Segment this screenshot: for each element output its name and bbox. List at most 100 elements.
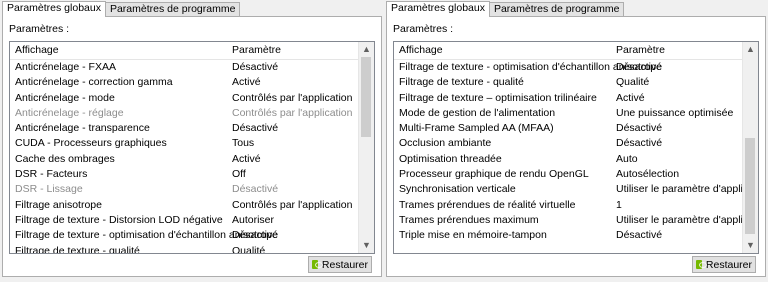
- list-item[interactable]: Filtrage de texture - optimisation d'éch…: [10, 228, 359, 243]
- list-item[interactable]: Cache des ombrages Activé: [10, 152, 359, 167]
- scrollbar-thumb[interactable]: [745, 138, 755, 234]
- setting-value: Désactivé: [232, 61, 279, 73]
- setting-value: Off: [232, 168, 246, 181]
- restore-button-label: Restaurer: [321, 258, 368, 271]
- settings-label: Paramètres :: [9, 23, 69, 35]
- list-item[interactable]: Synchronisation verticale Utiliser le par…: [394, 182, 743, 197]
- list-item[interactable]: Filtrage de texture - optimisation d'éch…: [394, 60, 743, 75]
- setting-value: Activé: [232, 76, 261, 89]
- setting-name: CUDA - Processeurs graphiques: [15, 137, 167, 150]
- setting-value: Qualité: [232, 244, 266, 253]
- setting-name: Anticrénelage - correction gamma: [15, 76, 173, 89]
- settings-list[interactable]: Affichage Paramètre Anticrénelage - FXAA…: [9, 41, 375, 254]
- setting-value: Une puissance optimisée: [616, 106, 734, 119]
- setting-value: Activé: [616, 91, 645, 104]
- settings-label-text: Paramètres :: [9, 23, 70, 35]
- setting-name: Trames prérendues de réalité virtuelle: [399, 198, 576, 211]
- list-item[interactable]: Occlusion ambiante Désactivé: [394, 136, 743, 151]
- setting-name: Mode de gestion de l'alimentation: [399, 106, 556, 119]
- list-item[interactable]: Anticrénelage - réglage Contrôlés par l'a…: [10, 106, 359, 121]
- setting-value: Activé: [232, 152, 261, 165]
- list-item[interactable]: Filtrage de texture – optimisation trili…: [394, 91, 743, 106]
- setting-value: Contrôlés par l'application: [232, 91, 353, 104]
- settings-list[interactable]: Affichage Paramètre Filtrage de texture …: [393, 41, 759, 254]
- setting-name: Filtrage de texture - qualité: [399, 76, 524, 89]
- setting-value: Autoriser: [232, 213, 275, 226]
- setting-value: Utiliser le paramètre d'applicat...: [616, 213, 743, 226]
- list-item[interactable]: Filtrage de texture - qualité Qualité: [394, 75, 743, 90]
- column-header-feature[interactable]: Affichage: [399, 42, 443, 59]
- setting-name: Filtrage de texture - Distorsion LOD nég…: [15, 213, 223, 226]
- setting-name: Anticrénelage - mode: [15, 91, 115, 104]
- vertical-scrollbar[interactable]: ▲ ▼: [358, 42, 374, 253]
- list-item[interactable]: Filtrage de texture - qualité Qualité: [10, 244, 359, 253]
- scrollbar-thumb[interactable]: [361, 57, 371, 137]
- setting-name: Triple mise en mémoire-tampon: [399, 229, 547, 242]
- list-item[interactable]: CUDA - Processeurs graphiques Tous: [10, 136, 359, 151]
- list-item[interactable]: Trames prérendues de réalité virtuelle 1: [394, 198, 743, 213]
- setting-name: Trames prérendues maximum: [399, 213, 539, 226]
- list-item[interactable]: Multi-Frame Sampled AA (MFAA) Désactivé: [394, 121, 743, 136]
- restore-button[interactable]: Restaurer: [692, 256, 756, 273]
- setting-name: DSR - Lissage: [15, 183, 83, 196]
- list-item[interactable]: Mode de gestion de l'alimentation Une pui…: [394, 106, 743, 121]
- tab-program-settings[interactable]: Paramètres de programme: [488, 2, 625, 16]
- setting-name: Filtrage de texture – optimisation trili…: [399, 91, 597, 104]
- list-item[interactable]: Anticrénelage - transparence Désactivé: [10, 121, 359, 136]
- vertical-scrollbar[interactable]: ▲ ▼: [742, 42, 758, 253]
- scroll-down-icon[interactable]: ▼: [359, 238, 374, 253]
- settings-label: Paramètres :: [393, 23, 453, 35]
- nvidia-icon: [312, 260, 323, 269]
- list-item[interactable]: Filtrage anisotrope Contrôlés par l'appli…: [10, 198, 359, 213]
- setting-name: Anticrénelage - réglage: [15, 106, 124, 119]
- tab-bar: Paramètres globaux Paramètres de program…: [2, 1, 241, 17]
- setting-value: Contrôlés par l'application: [232, 106, 353, 119]
- left-panel: Paramètres globaux Paramètres de program…: [0, 0, 384, 282]
- setting-value: Désactivé: [616, 61, 663, 73]
- setting-name: Optimisation threadée: [399, 152, 502, 165]
- scroll-up-icon[interactable]: ▲: [743, 42, 758, 57]
- tab-program-settings[interactable]: Paramètres de programme: [104, 2, 241, 16]
- list-rows: Anticrénelage - FXAA Désactivé Anticrénela…: [10, 60, 359, 253]
- list-item[interactable]: Anticrénelage - correction gamma Activé: [10, 75, 359, 90]
- setting-value: Autosélection: [616, 168, 680, 181]
- setting-name: Occlusion ambiante: [399, 137, 492, 150]
- column-header-feature[interactable]: Affichage: [15, 42, 59, 59]
- setting-value: Désactivé: [616, 137, 663, 150]
- setting-name: Filtrage de texture - qualité: [15, 244, 140, 253]
- restore-button[interactable]: Restaurer: [308, 256, 372, 273]
- setting-name: Anticrénelage - FXAA: [15, 61, 116, 73]
- setting-value: Désactivé: [616, 229, 663, 242]
- setting-value: 1: [616, 198, 622, 211]
- setting-value: Désactivé: [232, 229, 279, 242]
- list-item[interactable]: Triple mise en mémoire-tampon Désactivé: [394, 228, 743, 243]
- list-item[interactable]: Processeur graphique de rendu OpenGL Auto…: [394, 167, 743, 182]
- list-header: Affichage Paramètre: [394, 42, 743, 60]
- column-header-setting[interactable]: Paramètre: [616, 42, 665, 59]
- list-item[interactable]: Anticrénelage - mode Contrôlés par l'appl…: [10, 91, 359, 106]
- setting-name: Filtrage anisotrope: [15, 198, 102, 211]
- setting-value: Auto: [616, 152, 638, 165]
- setting-value: Utiliser le paramètre d'applicat...: [616, 183, 743, 196]
- list-rows: Filtrage de texture - optimisation d'éch…: [394, 60, 743, 253]
- tab-page: Paramètres : Affichage Paramètre Anticré…: [2, 16, 382, 277]
- setting-value: Désactivé: [616, 122, 663, 135]
- list-item[interactable]: Trames prérendues maximum Utiliser le par…: [394, 213, 743, 228]
- column-header-setting[interactable]: Paramètre: [232, 42, 281, 59]
- tab-global-settings[interactable]: Paramètres globaux: [386, 1, 490, 17]
- list-item[interactable]: Filtrage de texture - Distorsion LOD nég…: [10, 213, 359, 228]
- scroll-down-icon[interactable]: ▼: [743, 238, 758, 253]
- setting-name: Multi-Frame Sampled AA (MFAA): [399, 122, 554, 135]
- list-item[interactable]: Anticrénelage - FXAA Désactivé: [10, 60, 359, 75]
- list-item[interactable]: DSR - Facteurs Off: [10, 167, 359, 182]
- setting-value: Qualité: [616, 76, 650, 89]
- setting-value: Tous: [232, 137, 255, 150]
- list-item[interactable]: DSR - Lissage Désactivé: [10, 182, 359, 197]
- scroll-up-icon[interactable]: ▲: [359, 42, 374, 57]
- list-item[interactable]: Optimisation threadée Auto: [394, 152, 743, 167]
- list-header: Affichage Paramètre: [10, 42, 359, 60]
- setting-value: Contrôlés par l'application: [232, 198, 353, 211]
- tab-global-settings[interactable]: Paramètres globaux: [2, 1, 106, 17]
- setting-value: Désactivé: [232, 122, 279, 135]
- setting-name: Anticrénelage - transparence: [15, 122, 150, 135]
